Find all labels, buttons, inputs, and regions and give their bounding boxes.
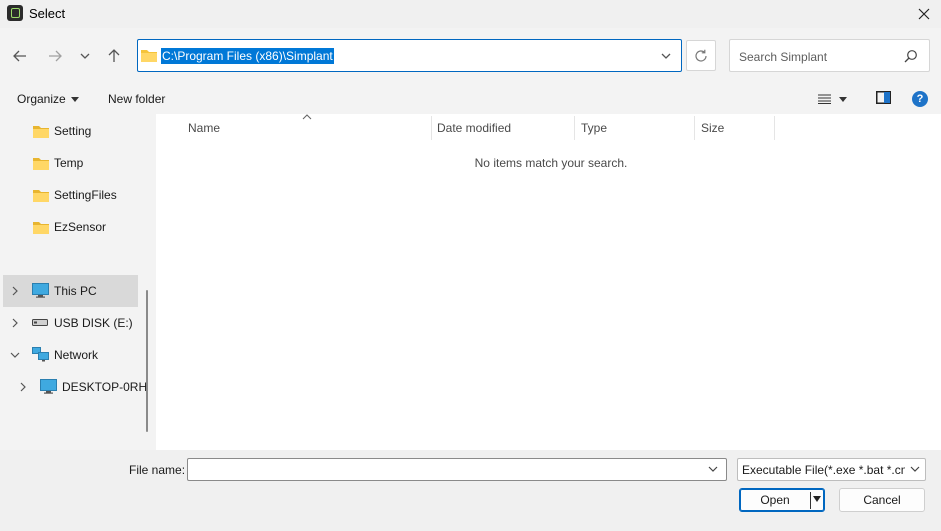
folder-icon <box>33 126 49 138</box>
chevron-right-icon <box>12 286 18 296</box>
empty-message: No items match your search. <box>474 156 628 170</box>
arrow-up-icon <box>108 49 120 62</box>
nav-item-label: Setting <box>54 124 92 138</box>
file-list[interactable]: Name Date modified Type Size No items ma… <box>156 114 941 450</box>
up-button[interactable] <box>101 43 127 69</box>
expand-chevron[interactable] <box>10 350 20 360</box>
column-header-label: Type <box>581 121 608 135</box>
folder-icon <box>33 190 49 202</box>
nav-item-label: Network <box>54 348 99 362</box>
search-input[interactable]: Search Simplant <box>739 50 827 64</box>
change-view-button[interactable] <box>818 89 847 109</box>
arrow-right-icon <box>49 50 62 62</box>
column-header-date-modified[interactable]: Date modified <box>431 116 575 140</box>
list-view-icon <box>818 94 831 104</box>
nav-item-label: EzSensor <box>54 220 107 234</box>
new-folder-label: New folder <box>108 92 166 106</box>
nav-item-label: DESKTOP-0RH <box>62 380 148 394</box>
sort-ascending-icon <box>302 114 312 120</box>
expand-chevron[interactable] <box>10 318 20 328</box>
refresh-icon <box>695 49 707 62</box>
open-button[interactable]: Open <box>739 488 825 512</box>
monitor-icon <box>40 379 57 394</box>
chevron-down-icon <box>661 53 671 59</box>
nav-item-settingfiles[interactable]: SettingFiles <box>3 180 138 210</box>
file-name-combo[interactable] <box>187 458 727 481</box>
split-divider <box>810 492 811 509</box>
folder-icon <box>141 50 157 62</box>
column-header-label: Date modified <box>437 121 512 135</box>
chevron-right-icon <box>20 382 26 392</box>
address-dropdown-button[interactable] <box>655 45 677 67</box>
nav-item-network[interactable]: Network <box>3 339 138 371</box>
column-header-size[interactable]: Size <box>695 116 775 140</box>
caret-down-icon <box>70 96 79 102</box>
help-icon: ? <box>916 93 924 105</box>
file-type-select[interactable]: Executable File(*.exe *.bat *.cmd) <box>737 458 926 481</box>
nav-item-ezsensor[interactable]: EzSensor <box>3 212 138 242</box>
chevron-down-icon[interactable] <box>707 463 719 475</box>
nav-item-usb-disk[interactable]: USB DISK (E:) <box>3 307 138 339</box>
column-header-label: Size <box>701 121 725 135</box>
nav-item-label: Temp <box>54 156 84 170</box>
refresh-button[interactable] <box>686 40 716 71</box>
organize-button[interactable]: Organize <box>10 89 86 109</box>
nav-item-label: USB DISK (E:) <box>54 316 133 330</box>
chevron-right-icon <box>12 318 18 328</box>
nav-scrollbar[interactable] <box>146 290 148 432</box>
search-box[interactable]: Search Simplant <box>729 39 930 72</box>
organize-label: Organize <box>17 92 66 106</box>
expand-chevron[interactable] <box>18 382 28 392</box>
chevron-down-icon <box>10 352 20 358</box>
nav-item-label: SettingFiles <box>54 188 117 202</box>
nav-item-label: This PC <box>54 284 97 298</box>
monitor-icon <box>32 283 49 298</box>
cancel-label: Cancel <box>863 493 901 507</box>
nav-item-setting[interactable]: Setting <box>3 116 138 146</box>
search-icon <box>904 50 917 63</box>
caret-down-icon <box>839 96 847 102</box>
app-icon <box>7 5 23 21</box>
back-button[interactable] <box>7 43 33 69</box>
network-icon <box>32 347 49 362</box>
nav-item-desktop-0rh[interactable]: DESKTOP-0RH <box>3 371 147 403</box>
file-name-label: File name: <box>129 463 186 477</box>
column-header-label: Name <box>188 121 221 135</box>
forward-button[interactable] <box>42 43 68 69</box>
navigation-pane[interactable]: Setting Temp SettingFiles EzSensor This … <box>0 114 156 450</box>
help-button[interactable]: ? <box>912 91 928 107</box>
preview-pane-icon[interactable] <box>876 91 891 104</box>
title-bar <box>0 0 941 28</box>
close-icon <box>918 8 929 20</box>
chevron-down-icon <box>80 53 90 59</box>
nav-item-this-pc[interactable]: This PC <box>3 275 138 307</box>
open-label: Open <box>760 493 790 507</box>
file-name-input[interactable] <box>191 461 701 478</box>
new-folder-button[interactable]: New folder <box>101 89 172 109</box>
folder-icon <box>33 158 49 170</box>
cancel-button[interactable]: Cancel <box>839 488 925 512</box>
address-path[interactable]: C:\Program Files (x86)\Simplant <box>161 48 334 64</box>
recent-locations-button[interactable] <box>72 43 98 69</box>
close-button[interactable] <box>906 0 941 28</box>
expand-chevron[interactable] <box>10 286 20 296</box>
drive-icon <box>32 319 48 326</box>
chevron-down-icon <box>910 466 920 472</box>
caret-down-icon[interactable] <box>813 495 821 503</box>
arrow-left-icon <box>13 50 26 62</box>
window-title: Select <box>29 6 66 21</box>
file-type-value: Executable File(*.exe *.bat *.cmd) <box>742 463 905 477</box>
folder-icon <box>33 222 49 234</box>
address-bar[interactable]: C:\Program Files (x86)\Simplant <box>137 39 682 72</box>
column-header-type[interactable]: Type <box>575 116 695 140</box>
nav-item-temp[interactable]: Temp <box>3 148 138 178</box>
